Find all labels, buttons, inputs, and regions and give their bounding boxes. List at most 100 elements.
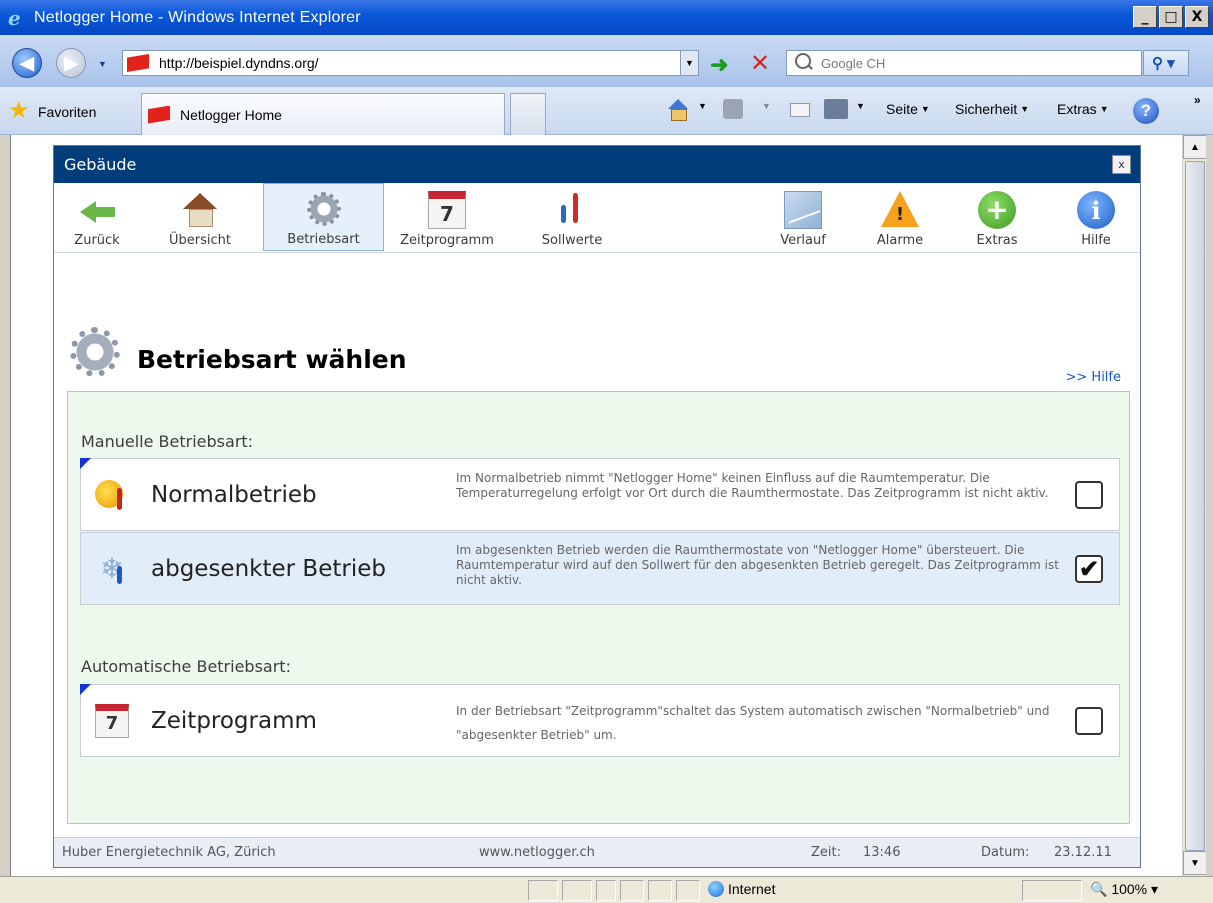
toolbar-extras-button[interactable]: + Extras [962, 183, 1032, 251]
forward-button[interactable]: ▶ [56, 48, 86, 78]
toolbar-label: Zurück [74, 233, 120, 248]
toolbar-label: Extras [976, 233, 1018, 248]
help-icon[interactable]: ? [1133, 98, 1159, 124]
rss-dropdown-icon[interactable]: ▼ [762, 101, 771, 111]
option-title: Zeitprogramm [151, 707, 317, 734]
toolbar-back-button[interactable]: Zurück [62, 183, 132, 251]
mail-icon[interactable] [790, 103, 810, 117]
extras-menu-label: Extras [1057, 101, 1097, 117]
security-menu[interactable]: Sicherheit ▼ [955, 101, 1029, 117]
toolbar-mode-button[interactable]: Betriebsart [263, 183, 384, 251]
print-dropdown-icon[interactable]: ▼ [856, 101, 865, 111]
maximize-button[interactable]: □ [1159, 6, 1183, 28]
page-heading: Betriebsart wählen [67, 324, 407, 380]
zoom-level[interactable]: 🔍 100% ▾ [1090, 881, 1158, 898]
app-title: Gebäude [64, 155, 137, 174]
stop-icon[interactable]: ✕ [750, 49, 770, 77]
scroll-down-icon[interactable]: ▼ [1183, 851, 1207, 875]
calendar-icon: 7 [95, 703, 129, 738]
toolbar-label: Verlauf [780, 233, 826, 248]
footer-website: www.netlogger.ch [479, 845, 595, 860]
toolbar-history-button[interactable]: Verlauf [766, 183, 840, 251]
option-reduced[interactable]: ❄ abgesenkter Betrieb Im abgesenkten Bet… [80, 532, 1120, 605]
toolbar-overview-button[interactable]: Übersicht [154, 183, 246, 251]
ie-logo-icon: e [8, 5, 21, 30]
snow-thermometer-icon: ❄ [95, 552, 129, 586]
back-button[interactable]: ◀ [12, 48, 42, 78]
back-arrow-icon [78, 191, 116, 229]
favorites-button[interactable]: Favoriten [38, 104, 96, 120]
footer-time: 13:46 [863, 845, 901, 860]
option-checkbox[interactable] [1075, 481, 1103, 509]
address-bar-row: ◀ ▶ ▼ http://beispiel.dyndns.org/ ▼ ➜ ✕ … [0, 35, 1213, 87]
window-edge [1206, 135, 1213, 903]
footer-time-label: Zeit: [811, 845, 841, 860]
zone-label: Internet [728, 881, 776, 897]
toolbar-label: Alarme [876, 233, 924, 248]
search-placeholder: Google CH [821, 55, 886, 71]
option-description: Im Normalbetrieb nimmt "Netlogger Home" … [456, 471, 1049, 500]
mode-panel: Manuelle Betriebsart: Normalbetrieb Im N… [67, 391, 1130, 824]
rss-feed-icon[interactable] [723, 99, 743, 119]
search-input[interactable]: Google CH [786, 50, 1142, 76]
protected-mode-button[interactable] [1022, 880, 1082, 901]
app-footer: Huber Energietechnik AG, Zürich www.netl… [54, 837, 1140, 867]
chart-icon [784, 191, 822, 229]
command-bar: ★ Favoriten Netlogger Home ▼ ▼ ▼ Seite ▼ … [0, 87, 1213, 135]
new-tab-button[interactable] [510, 93, 546, 135]
option-title: Normalbetrieb [151, 481, 317, 508]
app-close-button[interactable]: x [1112, 155, 1131, 174]
vertical-scrollbar[interactable]: ▲ ▼ [1182, 135, 1207, 876]
snowflake-icon: ❄ [100, 551, 124, 585]
search-button[interactable]: ⚲ ▾ [1143, 50, 1189, 76]
security-menu-label: Sicherheit [955, 101, 1018, 117]
app-header: Gebäude x [54, 146, 1140, 183]
url-dropdown-icon[interactable]: ▼ [680, 51, 698, 75]
home-icon[interactable] [666, 99, 690, 121]
overflow-chevron-icon[interactable]: » [1194, 93, 1201, 107]
status-bar: Internet 🔍 100% ▾ [0, 876, 1213, 903]
page-menu[interactable]: Seite ▼ [886, 101, 930, 117]
go-arrow-icon[interactable]: ➜ [710, 52, 728, 78]
extras-menu[interactable]: Extras ▼ [1057, 101, 1109, 117]
site-favicon-icon [125, 52, 153, 74]
address-input[interactable]: http://beispiel.dyndns.org/ ▼ [122, 50, 699, 76]
globe-icon [708, 881, 724, 897]
scroll-up-icon[interactable]: ▲ [1183, 135, 1207, 159]
option-checkbox[interactable] [1075, 707, 1103, 735]
help-link[interactable]: >> Hilfe [1066, 370, 1122, 385]
option-normal[interactable]: Normalbetrieb Im Normalbetrieb nimmt "Ne… [80, 458, 1120, 531]
toolbar-label: Zeitprogramm [400, 233, 494, 248]
toolbar-label: Hilfe [1081, 233, 1111, 248]
security-zone[interactable]: Internet [708, 881, 775, 897]
toolbar-alarms-button[interactable]: Alarme [862, 183, 938, 251]
corner-marker [80, 458, 91, 469]
printer-icon[interactable] [824, 99, 848, 119]
toolbar-label: Übersicht [169, 233, 231, 248]
history-dropdown-icon[interactable]: ▼ [98, 59, 107, 69]
option-schedule[interactable]: 7 Zeitprogramm In der Betriebsart "Zeitp… [80, 684, 1120, 757]
toolbar-setpoints-button[interactable]: Sollwerte [524, 183, 620, 251]
browser-tab[interactable]: Netlogger Home [141, 93, 505, 135]
zoom-value: 100% [1111, 881, 1148, 897]
url-text[interactable]: http://beispiel.dyndns.org/ [159, 55, 319, 71]
toolbar-label: Sollwerte [541, 233, 603, 248]
tab-favicon-icon [146, 104, 174, 126]
footer-date-label: Datum: [981, 845, 1030, 860]
status-cell [648, 880, 672, 901]
option-checkbox-checked[interactable]: ✔ [1075, 555, 1103, 583]
close-window-button[interactable]: X [1185, 6, 1209, 28]
app-toolbar: Zurück Übersicht Betriebsart 7 Zeitprogr… [54, 183, 1140, 253]
house-icon [181, 191, 219, 229]
manual-section-label: Manuelle Betriebsart: [81, 432, 254, 451]
option-description: Im abgesenkten Betrieb werden die Raumth… [456, 543, 1059, 587]
favorites-star-icon[interactable]: ★ [8, 99, 30, 123]
scroll-thumb[interactable] [1185, 161, 1205, 851]
home-dropdown-icon[interactable]: ▼ [698, 101, 707, 111]
tab-title: Netlogger Home [180, 106, 282, 123]
window-title: Netlogger Home - Windows Internet Explor… [34, 8, 361, 26]
toolbar-help-button[interactable]: i Hilfe [1064, 183, 1128, 251]
minimize-button[interactable]: _ [1133, 6, 1157, 28]
toolbar-schedule-button[interactable]: 7 Zeitprogramm [390, 183, 504, 251]
plus-icon: + [978, 191, 1016, 229]
